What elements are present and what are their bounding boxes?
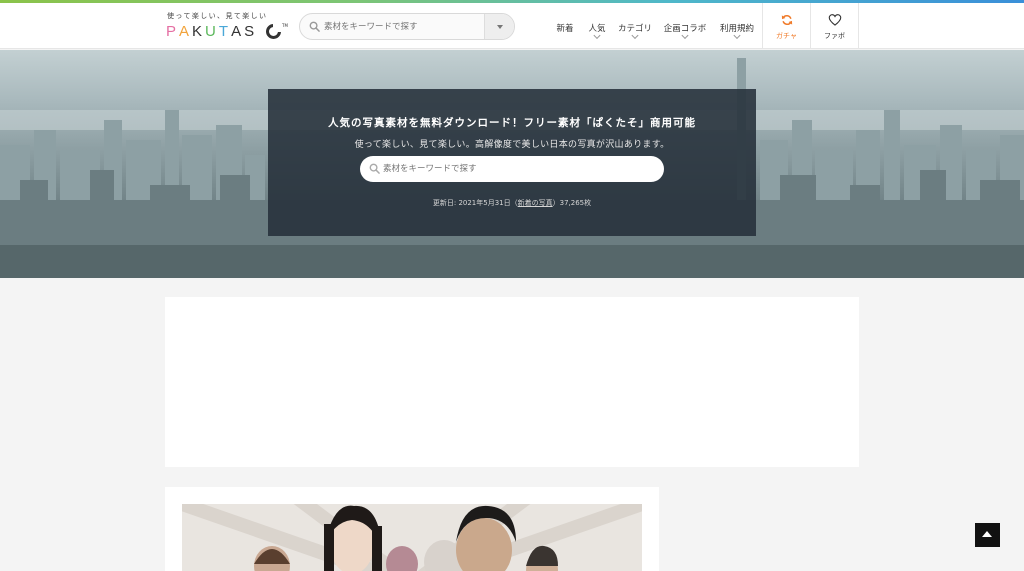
gacha-button[interactable]: ガチャ (762, 3, 810, 49)
logo-letter: A (179, 23, 193, 40)
logo-letter: S (244, 23, 258, 40)
hero-panel: 人気の写真素材を無料ダウンロード！フリー素材「ぱくたそ」商用可能 使って楽しい、… (268, 89, 756, 236)
ad-area (165, 297, 859, 467)
hero-title: 人気の写真素材を無料ダウンロード！フリー素材「ぱくたそ」商用可能 (328, 117, 696, 129)
caret-down-icon (496, 24, 503, 29)
logo-letter: K (192, 23, 206, 40)
hero-banner: 人気の写真素材を無料ダウンロード！フリー素材「ぱくたそ」商用可能 使って楽しい、… (0, 50, 1024, 278)
hero-search-input[interactable] (383, 156, 653, 182)
site-logo[interactable]: 使って楽しい、見て楽しい PAKUTAS TM (166, 10, 288, 44)
back-to-top-button[interactable] (975, 523, 1000, 547)
nav-item-collab[interactable]: 企画コラボ (662, 3, 708, 49)
logo-letter: T (218, 23, 232, 40)
logo-letter: A (231, 23, 245, 40)
update-prefix: 更新日: 2021年5月31日（ (432, 199, 518, 207)
heart-icon (828, 14, 841, 26)
gacha-label: ガチャ (776, 32, 797, 40)
search-filter-dropdown[interactable] (484, 14, 514, 39)
logo-letter: U (205, 23, 219, 40)
refresh-icon (781, 14, 792, 26)
logo-wordmark: PAKUTAS (166, 23, 257, 40)
logo-mark-icon (266, 24, 281, 39)
hero-search-bar (360, 156, 664, 182)
nav-item-terms[interactable]: 利用規約 (716, 3, 758, 49)
new-photos-link[interactable]: 新着の写真 (518, 199, 553, 207)
update-suffix: ）37,265枚 (552, 199, 592, 207)
search-icon (309, 21, 320, 32)
nav-item-category[interactable]: カテゴリ (615, 3, 655, 49)
logo-trademark: TM (282, 23, 288, 28)
header-search-bar (299, 13, 515, 40)
nav-item-new[interactable]: 新着 (553, 3, 577, 49)
favorites-button[interactable]: ファボ (810, 3, 859, 49)
hero-subtitle: 使って楽しい、見て楽しい。高解像度で美しい日本の写真が沢山あります。 (354, 140, 670, 150)
site-header: 使って楽しい、見て楽しい PAKUTAS TM 新着 人気 カテゴリ 企画コラボ (0, 3, 1024, 49)
featured-image[interactable] (182, 504, 642, 571)
featured-photo-illustration (182, 504, 642, 571)
logo-letter: P (166, 23, 180, 40)
header-search-input[interactable] (324, 14, 484, 39)
featured-card[interactable] (165, 487, 659, 571)
nav-item-label: 新着 (556, 24, 574, 34)
update-info: 更新日: 2021年5月31日（新着の写真）37,265枚 (268, 198, 756, 208)
logo-tagline: 使って楽しい、見て楽しい (167, 12, 268, 20)
nav-item-popular[interactable]: 人気 (585, 3, 609, 49)
search-icon (369, 163, 380, 174)
favorites-label: ファボ (824, 32, 845, 40)
